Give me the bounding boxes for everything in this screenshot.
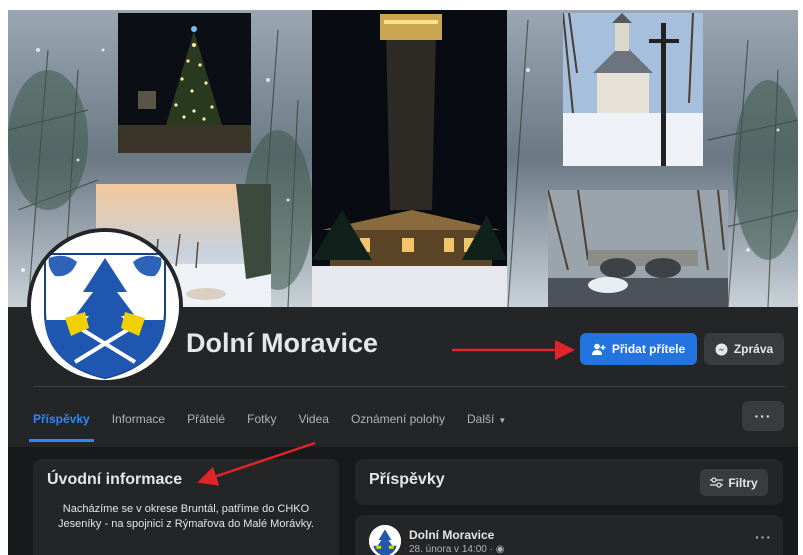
tab-check-ins[interactable]: Oznámení polohy bbox=[351, 400, 445, 440]
add-friend-label: Přidat přítele bbox=[611, 342, 686, 356]
header-divider bbox=[33, 386, 785, 387]
intro-description: Nacházíme se v okrese Bruntál, patříme d… bbox=[58, 503, 314, 530]
add-friend-button[interactable]: Přidat přítele bbox=[580, 333, 697, 365]
globe-icon: ◉ bbox=[495, 544, 505, 555]
chevron-down-icon: ▼ bbox=[498, 416, 507, 425]
facebook-page-screenshot: Dolní Moravice Přidat přítele Zpráva Pří… bbox=[0, 0, 803, 555]
intro-card: Úvodní informace Nacházíme se v okrese B… bbox=[33, 459, 339, 555]
photo-chapel-with-cross bbox=[563, 13, 703, 166]
post-timestamp[interactable]: 28. února v 14:00 · ◉ bbox=[409, 544, 504, 555]
intro-title: Úvodní informace bbox=[47, 471, 183, 488]
filters-button[interactable]: Filtry bbox=[700, 469, 768, 496]
photo-lookout-tower bbox=[312, 10, 507, 307]
posts-title: Příspěvky bbox=[369, 471, 445, 488]
post-author-name[interactable]: Dolní Moravice bbox=[409, 528, 494, 542]
page-title: Dolní Moravice bbox=[186, 328, 379, 358]
add-person-icon bbox=[591, 343, 606, 355]
posts-header-card: Příspěvky Filtry bbox=[355, 459, 783, 505]
tab-friends[interactable]: Přátelé bbox=[187, 400, 225, 440]
post-card: Dolní Moravice 28. února v 14:00 · ◉ ··· bbox=[355, 515, 783, 555]
more-options-button[interactable]: ··· bbox=[742, 401, 784, 431]
filter-sliders-icon bbox=[710, 477, 724, 488]
message-label: Zpráva bbox=[733, 342, 774, 356]
profile-tabs: Příspěvky Informace Přátelé Fotky Videa … bbox=[29, 400, 528, 442]
tab-posts[interactable]: Příspěvky bbox=[29, 400, 94, 442]
post-author-avatar[interactable] bbox=[369, 525, 401, 555]
post-options-button[interactable]: ··· bbox=[755, 529, 772, 545]
tab-videos[interactable]: Videa bbox=[298, 400, 328, 440]
photo-stone-bridge bbox=[548, 190, 728, 307]
messenger-icon bbox=[715, 343, 728, 355]
tab-more[interactable]: Další ▼ bbox=[467, 400, 506, 440]
tab-photos[interactable]: Fotky bbox=[247, 400, 276, 440]
filters-label: Filtry bbox=[728, 475, 758, 490]
tab-about[interactable]: Informace bbox=[112, 400, 165, 440]
profile-picture-coat-of-arms[interactable] bbox=[27, 228, 183, 384]
photo-christmas-tree bbox=[118, 13, 251, 153]
message-button[interactable]: Zpráva bbox=[704, 333, 784, 365]
